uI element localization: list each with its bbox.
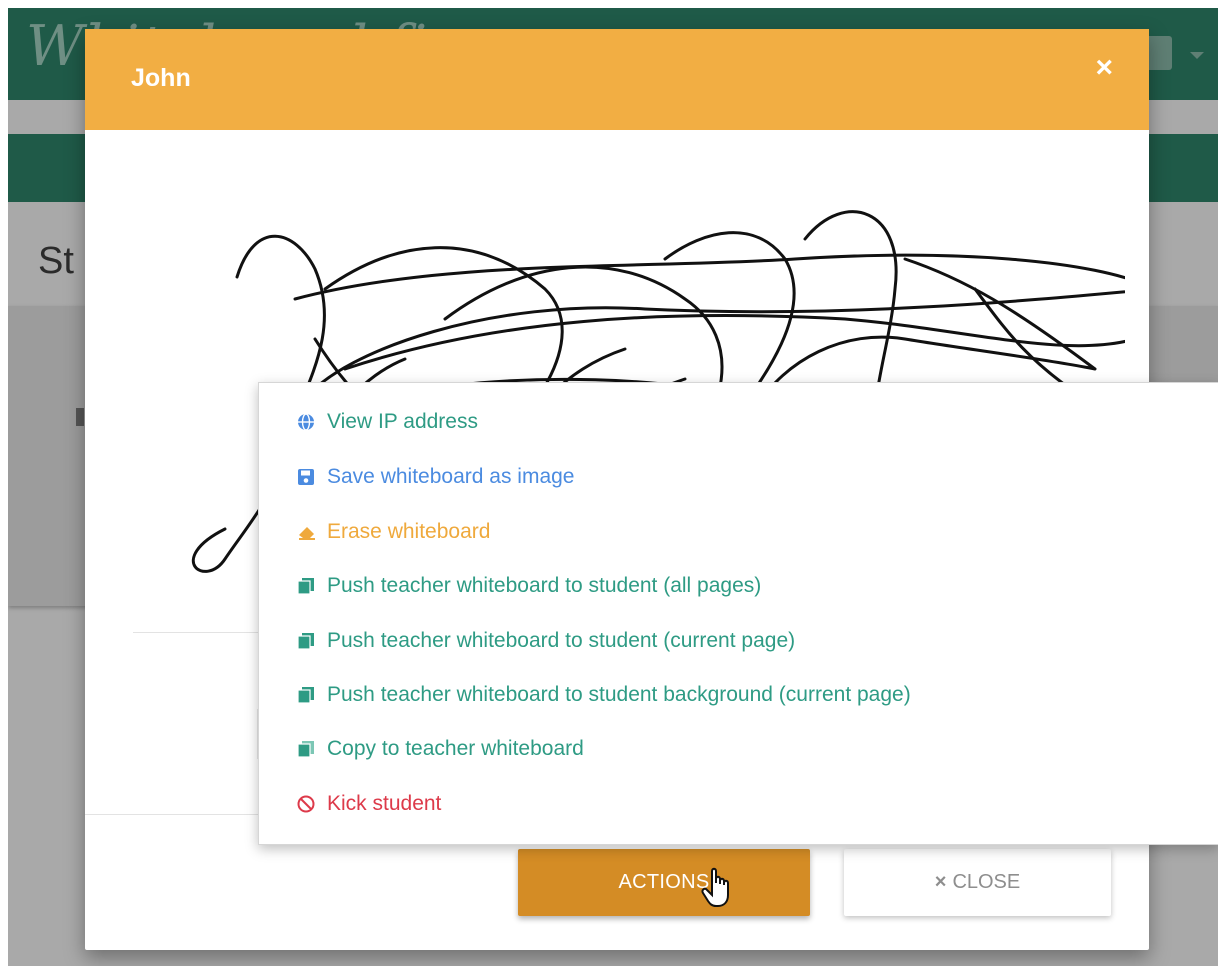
chevron-down-icon[interactable] [1190,52,1204,59]
content-mark [76,408,84,426]
actions-button-label: ACTIONS [618,871,710,893]
copy-icon [297,686,315,704]
menu-item-push-all-pages[interactable]: Push teacher whiteboard to student (all … [297,571,761,601]
menu-item-erase-whiteboard[interactable]: Erase whiteboard [297,517,490,547]
menu-item-label: Kick student [327,792,442,815]
modal-title: John [131,64,191,92]
ban-icon [297,795,315,813]
menu-item-push-current-page[interactable]: Push teacher whiteboard to student (curr… [297,626,795,656]
copy-icon [297,632,315,650]
menu-item-label: Push teacher whiteboard to student (curr… [327,629,796,652]
menu-item-label: Push teacher whiteboard to student backg… [327,683,911,706]
scribble-stroke [293,253,1125,401]
page-heading: St [38,240,74,282]
close-button-label: CLOSE [952,871,1021,893]
close-icon: × [934,871,947,893]
menu-item-label: Erase whiteboard [327,520,491,543]
globe-icon [297,413,315,431]
menu-item-push-background[interactable]: Push teacher whiteboard to student backg… [297,680,911,710]
close-button[interactable]: × CLOSE [844,849,1111,916]
actions-button[interactable]: ACTIONS [518,849,810,916]
close-icon[interactable]: × [1095,53,1113,83]
menu-item-copy-to-teacher[interactable]: Copy to teacher whiteboard [297,734,584,764]
user-icon[interactable] [1146,36,1172,70]
menu-item-kick-student[interactable]: Kick student [297,789,441,819]
modal-header: John × [85,29,1149,130]
menu-item-label: View IP address [327,410,478,433]
copy-icon [297,740,315,758]
eraser-icon [297,523,315,541]
menu-item-view-ip[interactable]: View IP address [297,407,478,437]
copy-icon [297,577,315,595]
menu-item-label: Save whiteboard as image [327,465,575,488]
actions-dropdown-menu: View IP address Save whiteboard as image… [258,382,1218,845]
menu-item-label: Copy to teacher whiteboard [327,737,584,760]
menu-item-save-image[interactable]: Save whiteboard as image [297,462,574,492]
floppy-disk-icon [297,468,315,486]
menu-item-label: Push teacher whiteboard to student (all … [327,574,762,597]
